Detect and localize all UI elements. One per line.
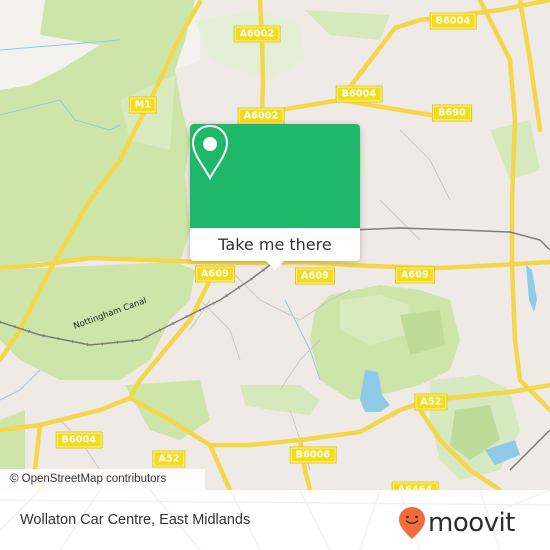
road-label: A609 — [395, 266, 435, 284]
road-label: A52 — [414, 393, 448, 411]
footer-bar: Wollaton Car Centre, East Midlands moovi… — [0, 490, 550, 550]
road-label: A609 — [195, 265, 235, 283]
road-label: B6004 — [55, 431, 103, 449]
road-label: A6464 — [391, 481, 439, 490]
road-label: A52 — [152, 450, 186, 468]
popup-header — [190, 124, 360, 228]
map-view[interactable]: A6002 B6004 M1 B6004 A6002 B690 A609 A60… — [0, 0, 550, 490]
road-label: A609 — [295, 267, 335, 285]
moovit-wordmark: moovit — [428, 508, 515, 538]
road-label: M1 — [128, 96, 158, 114]
road-label: B690 — [432, 104, 472, 122]
road-label: B6004 — [335, 85, 383, 103]
map-attribution[interactable]: © OpenStreetMap contributors — [0, 469, 205, 490]
location-pin-icon — [191, 124, 229, 180]
moovit-logo[interactable]: moovit — [398, 503, 515, 543]
take-me-there-button[interactable]: Take me there — [190, 228, 360, 261]
popup-pointer — [266, 261, 284, 270]
road-label: A6002 — [233, 25, 281, 43]
place-title: Wollaton Car Centre, East Midlands — [20, 512, 251, 528]
road-label: A6002 — [237, 107, 285, 125]
location-popup: Take me there — [190, 124, 360, 270]
road-label: B6004 — [429, 12, 477, 30]
road-label: B6006 — [289, 446, 337, 464]
moovit-pin-icon — [399, 507, 425, 539]
